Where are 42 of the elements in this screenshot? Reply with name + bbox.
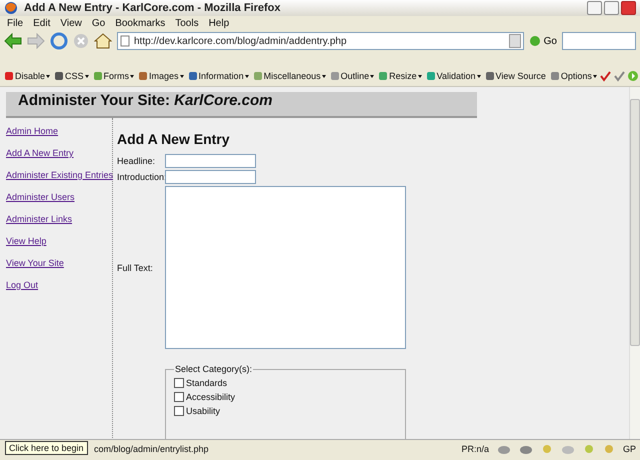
- fieldset-legend: Select Category(s):: [174, 364, 254, 374]
- tooltip: Click here to begin: [5, 441, 88, 455]
- sidebar-link[interactable]: Administer Existing Entries: [6, 170, 112, 182]
- sidebar-link[interactable]: Log Out: [6, 280, 112, 292]
- checkbox-label: Accessibility: [186, 392, 236, 402]
- toolbar-button[interactable]: Miscellaneous: [250, 71, 328, 81]
- toolbar-button[interactable]: Validation: [424, 71, 483, 81]
- field-label: Headline:: [117, 156, 156, 166]
- toolbar-button[interactable]: View Source: [482, 71, 548, 81]
- field-label: Introduction:: [117, 172, 165, 182]
- page-heading: Add A New Entry: [117, 131, 231, 147]
- sidebar-link[interactable]: View Help: [6, 236, 112, 248]
- menu-item[interactable]: Go: [86, 18, 110, 28]
- toolbar-button[interactable]: Outline: [328, 71, 376, 81]
- toolbar-button[interactable]: Forms: [90, 71, 136, 81]
- status-text: com/blog/admin/entrylist.php: [94, 444, 209, 454]
- sidebar-link[interactable]: Add A New Entry: [6, 148, 112, 160]
- toolbar-button[interactable]: Information: [186, 71, 251, 81]
- menu-item[interactable]: Bookmarks: [110, 18, 170, 28]
- checkbox-label: Standards: [186, 378, 228, 388]
- pagerank-label: PR:n/a: [461, 444, 489, 454]
- sidebar-link[interactable]: Administer Users: [6, 192, 112, 204]
- menu-item[interactable]: Help: [204, 18, 234, 28]
- toolbar-button[interactable]: Disable: [2, 71, 52, 81]
- menu-item[interactable]: Tools: [170, 18, 204, 28]
- sidebar-link[interactable]: Administer Links: [6, 214, 112, 226]
- toolbar-button[interactable]: CSS: [52, 71, 91, 81]
- menu-item[interactable]: Edit: [28, 18, 56, 28]
- gp-label: GP: [622, 444, 636, 454]
- sidebar-link[interactable]: View Your Site: [6, 258, 112, 270]
- menu-item[interactable]: File: [2, 18, 28, 28]
- menu-item[interactable]: View: [55, 18, 87, 28]
- field-label: Full Text:: [117, 262, 154, 272]
- sidebar-link[interactable]: Admin Home: [6, 126, 112, 138]
- toolbar-button[interactable]: Resize: [376, 71, 424, 81]
- address-field[interactable]: http://dev.karlcore.com/blog/admin/addentry.php: [117, 32, 524, 50]
- checkbox-label: Usability: [186, 406, 220, 416]
- toolbar-button[interactable]: Images: [136, 71, 186, 81]
- page-header: Administer Your Site: KarlCore.com: [6, 92, 477, 118]
- window-title: Add A New Entry - KarlCore.com - Mozilla Firefox: [24, 2, 282, 14]
- go-button[interactable]: Go: [528, 35, 557, 47]
- toolbar-button[interactable]: Options: [548, 71, 599, 81]
